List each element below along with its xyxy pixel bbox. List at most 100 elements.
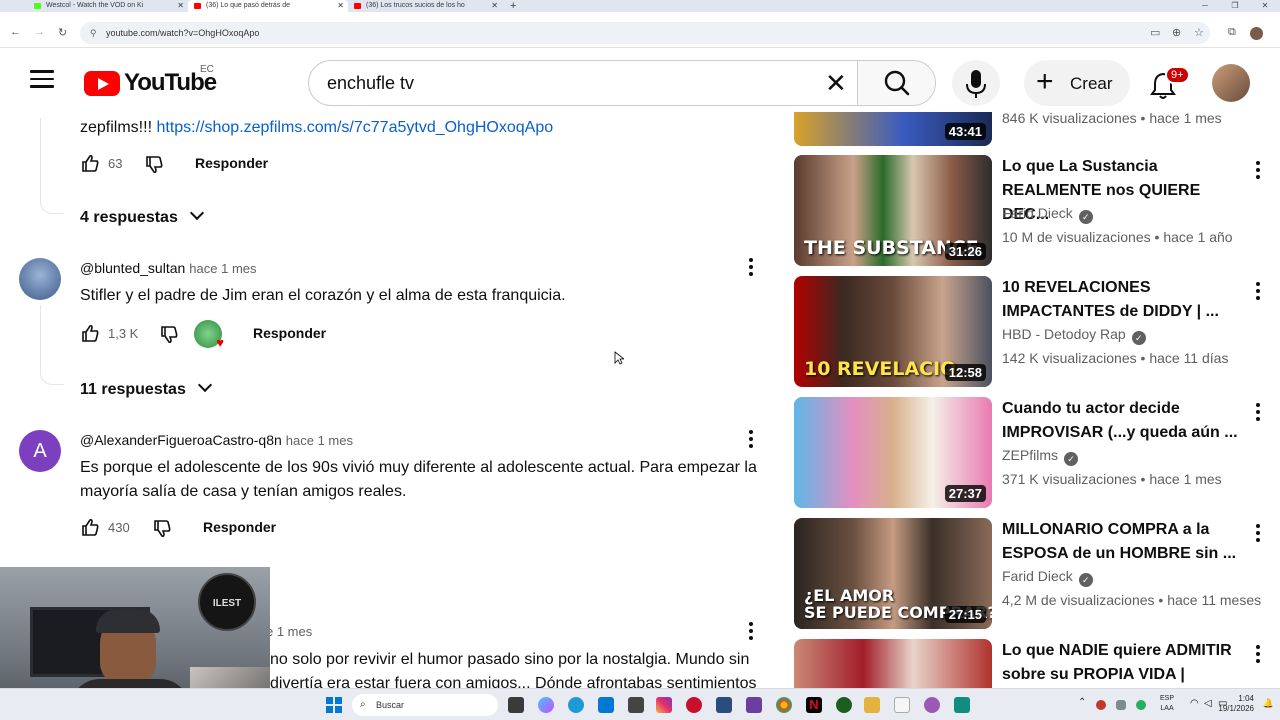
recommended-video[interactable]: THE SUBSTANCE 31:26 Lo que La Sustancia … (794, 155, 1274, 267)
task-view-icon[interactable] (508, 697, 524, 713)
tray-app-icon[interactable] (1096, 700, 1106, 710)
app-icon[interactable] (924, 697, 940, 713)
whatsapp-icon[interactable] (954, 697, 970, 713)
tray-app-icon[interactable] (1116, 700, 1126, 710)
recommended-video[interactable]: 10 REVELACIO 12:58 10 REVELACIONES IMPAC… (794, 276, 1274, 388)
video-title[interactable]: Lo que NADIE quiere ADMITIR sobre su PRO… (1002, 639, 1242, 688)
volume-icon[interactable]: ◁ (1204, 698, 1212, 709)
video-menu-icon[interactable] (1256, 403, 1260, 424)
comment-menu-icon[interactable] (749, 622, 753, 643)
extensions-icon[interactable]: ⧉ (1228, 26, 1236, 39)
channel-name[interactable]: Farid Dieck ✓ (1002, 205, 1093, 224)
account-avatar[interactable] (1212, 64, 1250, 102)
video-thumbnail[interactable] (794, 639, 992, 688)
video-title[interactable]: MILLONARIO COMPRA a la ESPOSA de un HOMB… (1002, 518, 1242, 566)
reply-button[interactable]: Responder (253, 325, 326, 341)
copilot-icon[interactable] (538, 697, 554, 713)
minimize-icon[interactable]: ─ (1190, 0, 1220, 12)
calculator-icon[interactable] (628, 697, 644, 713)
recommended-video[interactable]: ¿EL AMOR SE PUEDE COMPRAR? 27:15 MILLONA… (794, 518, 1274, 630)
channel-name[interactable]: ZEPfilms ✓ (1002, 447, 1078, 466)
commenter-avatar[interactable] (19, 258, 61, 300)
shield-app-icon[interactable] (716, 697, 732, 713)
video-menu-icon[interactable] (1256, 524, 1260, 545)
instagram-icon[interactable] (656, 697, 672, 713)
show-replies-button[interactable]: 11 respuestas (80, 377, 213, 399)
comment-menu-icon[interactable] (749, 430, 753, 451)
forward-icon[interactable]: → (34, 26, 45, 38)
video-thumbnail[interactable]: THE SUBSTANCE 31:26 (794, 155, 992, 266)
comment-time[interactable]: hace 1 mes (286, 433, 353, 448)
cast-icon[interactable]: ▭ (1150, 26, 1160, 39)
taskbar-search[interactable]: ⌕ Buscar (352, 694, 498, 716)
input-language[interactable]: ESP LAA (1160, 694, 1174, 714)
app-icon[interactable] (746, 697, 762, 713)
new-tab-button[interactable]: + (506, 0, 526, 12)
dislike-icon[interactable] (159, 325, 179, 345)
video-menu-icon[interactable] (1256, 282, 1260, 303)
notification-center-icon[interactable]: 🔔 (1263, 698, 1274, 709)
dislike-icon[interactable] (144, 155, 164, 175)
tray-chevron-icon[interactable]: ⌃ (1078, 697, 1086, 708)
file-explorer-icon[interactable] (864, 697, 880, 713)
like-icon[interactable] (80, 153, 100, 173)
restore-icon[interactable]: ❐ (1220, 0, 1250, 12)
comment-link[interactable]: https://shop.zepfilms.com/s/7c77a5ytvd_O… (156, 119, 553, 136)
dislike-icon[interactable] (152, 519, 172, 539)
edge-icon[interactable] (568, 697, 584, 713)
reload-icon[interactable]: ↻ (58, 26, 67, 39)
video-title[interactable]: Cuando tu actor decide IMPROVISAR (...y … (1002, 397, 1242, 445)
windows-start-icon[interactable] (326, 697, 342, 713)
recommended-video[interactable]: 27:37 Cuando tu actor decide IMPROVISAR … (794, 397, 1274, 509)
video-thumbnail[interactable]: ¿EL AMOR SE PUEDE COMPRAR? 27:15 (794, 518, 992, 629)
browser-tab[interactable]: Westcol - Watch the VOD on Ki ✕ (28, 0, 188, 12)
browser-tab-active[interactable]: (36) Lo que pasó detrás de ✕ (188, 0, 348, 12)
commenter-handle[interactable]: @blunted_sultan (80, 260, 185, 276)
commenter-handle[interactable]: @AlexanderFigueroaCastro-q8n (80, 432, 282, 448)
close-window-icon[interactable]: ✕ (1250, 0, 1280, 12)
bookmark-star-icon[interactable]: ☆ (1194, 26, 1204, 39)
search-button[interactable] (857, 61, 935, 105)
video-menu-icon[interactable] (1256, 161, 1260, 182)
netflix-icon[interactable]: N (806, 697, 822, 713)
reply-button[interactable]: Responder (195, 155, 268, 171)
show-replies-button[interactable]: 4 respuestas (80, 205, 205, 227)
profile-icon[interactable] (1250, 27, 1263, 40)
browser-tab[interactable]: (36) Los trucos sucios de los ho ✕ (348, 0, 502, 12)
chrome-icon[interactable] (776, 697, 792, 713)
commenter-avatar[interactable]: A (19, 430, 61, 472)
site-info-icon[interactable]: ⚲ (90, 22, 97, 44)
zoom-icon[interactable]: ⊕ (1172, 26, 1181, 39)
video-thumbnail[interactable]: 10 REVELACIO 12:58 (794, 276, 992, 387)
notepad-icon[interactable] (894, 697, 910, 713)
clear-search-icon[interactable]: ✕ (825, 69, 847, 97)
video-menu-icon[interactable] (1256, 645, 1260, 666)
video-thumbnail[interactable]: 27:37 (794, 397, 992, 508)
app-icon[interactable] (686, 697, 702, 713)
tray-app-icon[interactable] (1136, 700, 1146, 710)
video-title[interactable]: 10 REVELACIONES IMPACTANTES de DIDDY | .… (1002, 276, 1242, 324)
channel-name[interactable]: Farid Dieck ✓ (1002, 568, 1093, 587)
wifi-icon[interactable]: ◠ (1190, 698, 1199, 709)
url-field[interactable]: ⚲ youtube.com/watch?v=OhgHOxoqApo (80, 22, 1210, 44)
video-thumbnail[interactable]: 43:41 (794, 112, 992, 146)
recommended-video[interactable]: Lo que NADIE quiere ADMITIR sobre su PRO… (794, 639, 1274, 688)
search-input[interactable] (327, 71, 807, 95)
upwork-icon[interactable] (836, 697, 852, 713)
channel-name[interactable]: HBD - Detodoy Rap ✓ (1002, 326, 1146, 345)
close-tab-icon[interactable]: ✕ (177, 0, 184, 12)
create-button[interactable]: + Crear (1024, 60, 1130, 106)
like-icon[interactable] (80, 323, 100, 343)
system-clock[interactable]: 1:04 19/1/2026 (1218, 694, 1254, 714)
voice-search-button[interactable] (952, 60, 1000, 106)
comment-time[interactable]: e 1 mes (266, 624, 312, 639)
comment-time[interactable]: hace 1 mes (189, 261, 256, 276)
close-tab-icon[interactable]: ✕ (337, 0, 344, 12)
store-icon[interactable] (598, 697, 614, 713)
close-tab-icon[interactable]: ✕ (491, 0, 498, 12)
hamburger-menu-icon[interactable] (30, 70, 54, 90)
comment-menu-icon[interactable] (749, 258, 753, 279)
reply-button[interactable]: Responder (203, 519, 276, 535)
back-icon[interactable]: ← (10, 26, 21, 38)
like-icon[interactable] (80, 517, 100, 537)
